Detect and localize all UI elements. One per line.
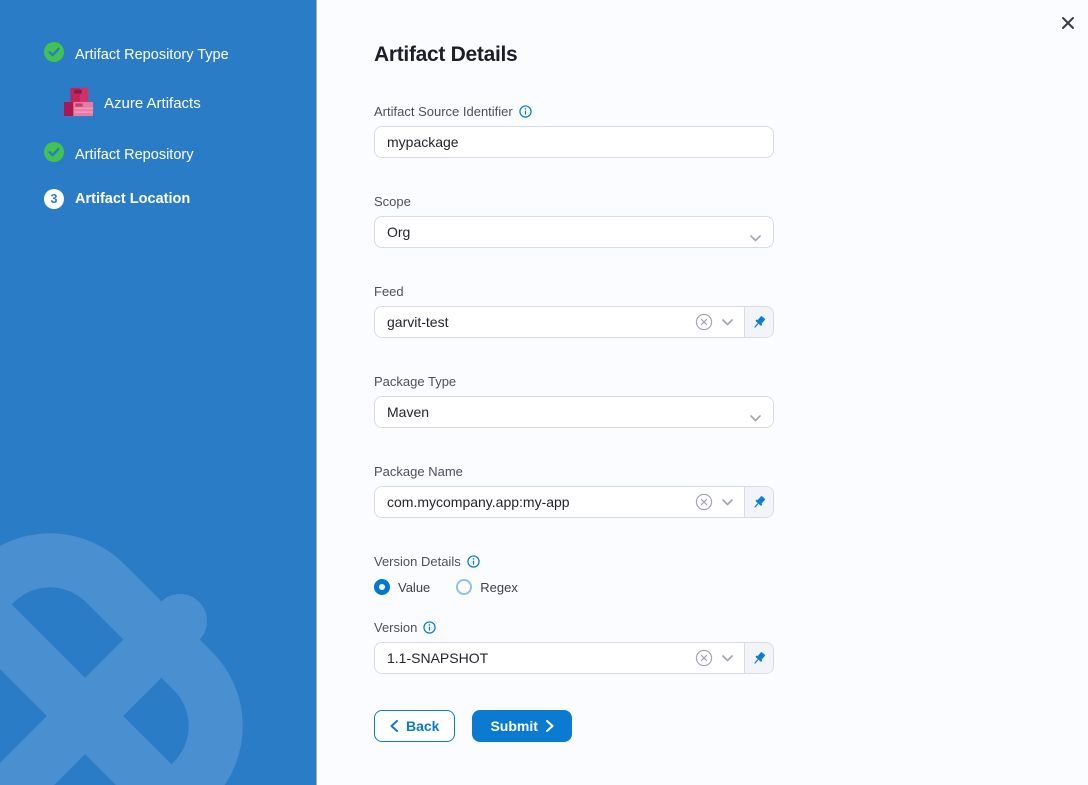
page-title: Artifact Details bbox=[374, 42, 1088, 68]
step-label: Artifact Location bbox=[75, 191, 190, 207]
step-label: Artifact Repository bbox=[75, 147, 193, 163]
dropdown-toggle[interactable] bbox=[722, 319, 733, 326]
artifact-details-panel: Artifact Details Artifact Source Identif… bbox=[317, 0, 1088, 785]
action-buttons: Back Submit bbox=[374, 710, 1088, 742]
sidebar-step-artifact-repository-type[interactable]: Artifact Repository Type bbox=[44, 42, 316, 67]
info-icon[interactable] bbox=[423, 621, 436, 634]
field-feed: Feed bbox=[374, 284, 774, 338]
chevron-down-icon bbox=[722, 499, 733, 506]
check-circle-icon bbox=[44, 142, 64, 167]
wizard-steps: Artifact Repository Type Azure Artifacts bbox=[0, 0, 316, 209]
back-button[interactable]: Back bbox=[374, 710, 455, 742]
field-version: Version bbox=[374, 620, 774, 674]
radio-option-regex[interactable]: Regex bbox=[456, 579, 518, 595]
field-label: Version Details bbox=[374, 554, 461, 569]
selected-repository-label: Azure Artifacts bbox=[104, 95, 201, 112]
clear-button[interactable] bbox=[695, 313, 713, 331]
radio-option-value[interactable]: Value bbox=[374, 579, 430, 595]
field-label: Package Name bbox=[374, 464, 463, 479]
pin-icon bbox=[751, 650, 767, 667]
info-icon[interactable] bbox=[467, 555, 480, 568]
step-number-badge: 3 bbox=[44, 189, 64, 209]
chevron-right-icon bbox=[546, 720, 554, 732]
package-name-combobox-input[interactable] bbox=[375, 487, 695, 517]
radio-unselected-icon[interactable] bbox=[456, 579, 472, 595]
field-package-name: Package Name bbox=[374, 464, 774, 518]
sidebar-selected-repository: Azure Artifacts bbox=[62, 84, 316, 123]
close-icon bbox=[1060, 15, 1076, 31]
field-label: Artifact Source Identifier bbox=[374, 104, 513, 119]
field-artifact-source-identifier: Artifact Source Identifier bbox=[374, 104, 774, 158]
check-circle-icon bbox=[44, 42, 64, 67]
dropdown-toggle[interactable] bbox=[722, 499, 733, 506]
sidebar-step-artifact-location[interactable]: 3 Artifact Location bbox=[44, 189, 316, 209]
pin-button[interactable] bbox=[744, 643, 773, 673]
submit-button[interactable]: Submit bbox=[472, 710, 571, 742]
chevron-down-icon bbox=[722, 655, 733, 662]
wizard-sidebar: Artifact Repository Type Azure Artifacts bbox=[0, 0, 317, 785]
close-button[interactable] bbox=[1057, 12, 1079, 34]
harness-logo-watermark bbox=[0, 501, 317, 785]
clear-icon bbox=[695, 313, 713, 331]
field-package-type: Package Type bbox=[374, 374, 774, 428]
feed-combobox-input[interactable] bbox=[375, 307, 695, 337]
package-type-select[interactable] bbox=[374, 396, 774, 428]
artifact-source-identifier-input[interactable] bbox=[374, 126, 774, 158]
field-label: Feed bbox=[374, 284, 404, 299]
chevron-down-icon bbox=[722, 319, 733, 326]
pin-button[interactable] bbox=[744, 487, 773, 517]
pin-icon bbox=[751, 494, 767, 511]
clear-button[interactable] bbox=[695, 493, 713, 511]
pin-button[interactable] bbox=[744, 307, 773, 337]
version-details-radio-group: Value Regex bbox=[374, 579, 774, 595]
scope-select[interactable] bbox=[374, 216, 774, 248]
radio-label: Value bbox=[398, 580, 430, 595]
step-label: Artifact Repository Type bbox=[75, 47, 229, 63]
field-label: Package Type bbox=[374, 374, 456, 389]
radio-label: Regex bbox=[480, 580, 518, 595]
version-combobox-input[interactable] bbox=[375, 643, 695, 673]
field-label: Scope bbox=[374, 194, 411, 209]
clear-button[interactable] bbox=[695, 649, 713, 667]
back-button-label: Back bbox=[406, 718, 439, 734]
pin-icon bbox=[751, 314, 767, 331]
radio-selected-icon[interactable] bbox=[374, 579, 390, 595]
submit-button-label: Submit bbox=[490, 718, 537, 734]
sidebar-step-artifact-repository[interactable]: Artifact Repository bbox=[44, 142, 316, 167]
azure-artifacts-icon bbox=[62, 84, 94, 123]
clear-icon bbox=[695, 649, 713, 667]
field-version-details: Version Details Value Regex bbox=[374, 554, 774, 595]
field-label: Version bbox=[374, 620, 417, 635]
field-scope: Scope bbox=[374, 194, 774, 248]
dropdown-toggle[interactable] bbox=[722, 655, 733, 662]
chevron-left-icon bbox=[390, 720, 398, 732]
clear-icon bbox=[695, 493, 713, 511]
info-icon[interactable] bbox=[519, 105, 532, 118]
